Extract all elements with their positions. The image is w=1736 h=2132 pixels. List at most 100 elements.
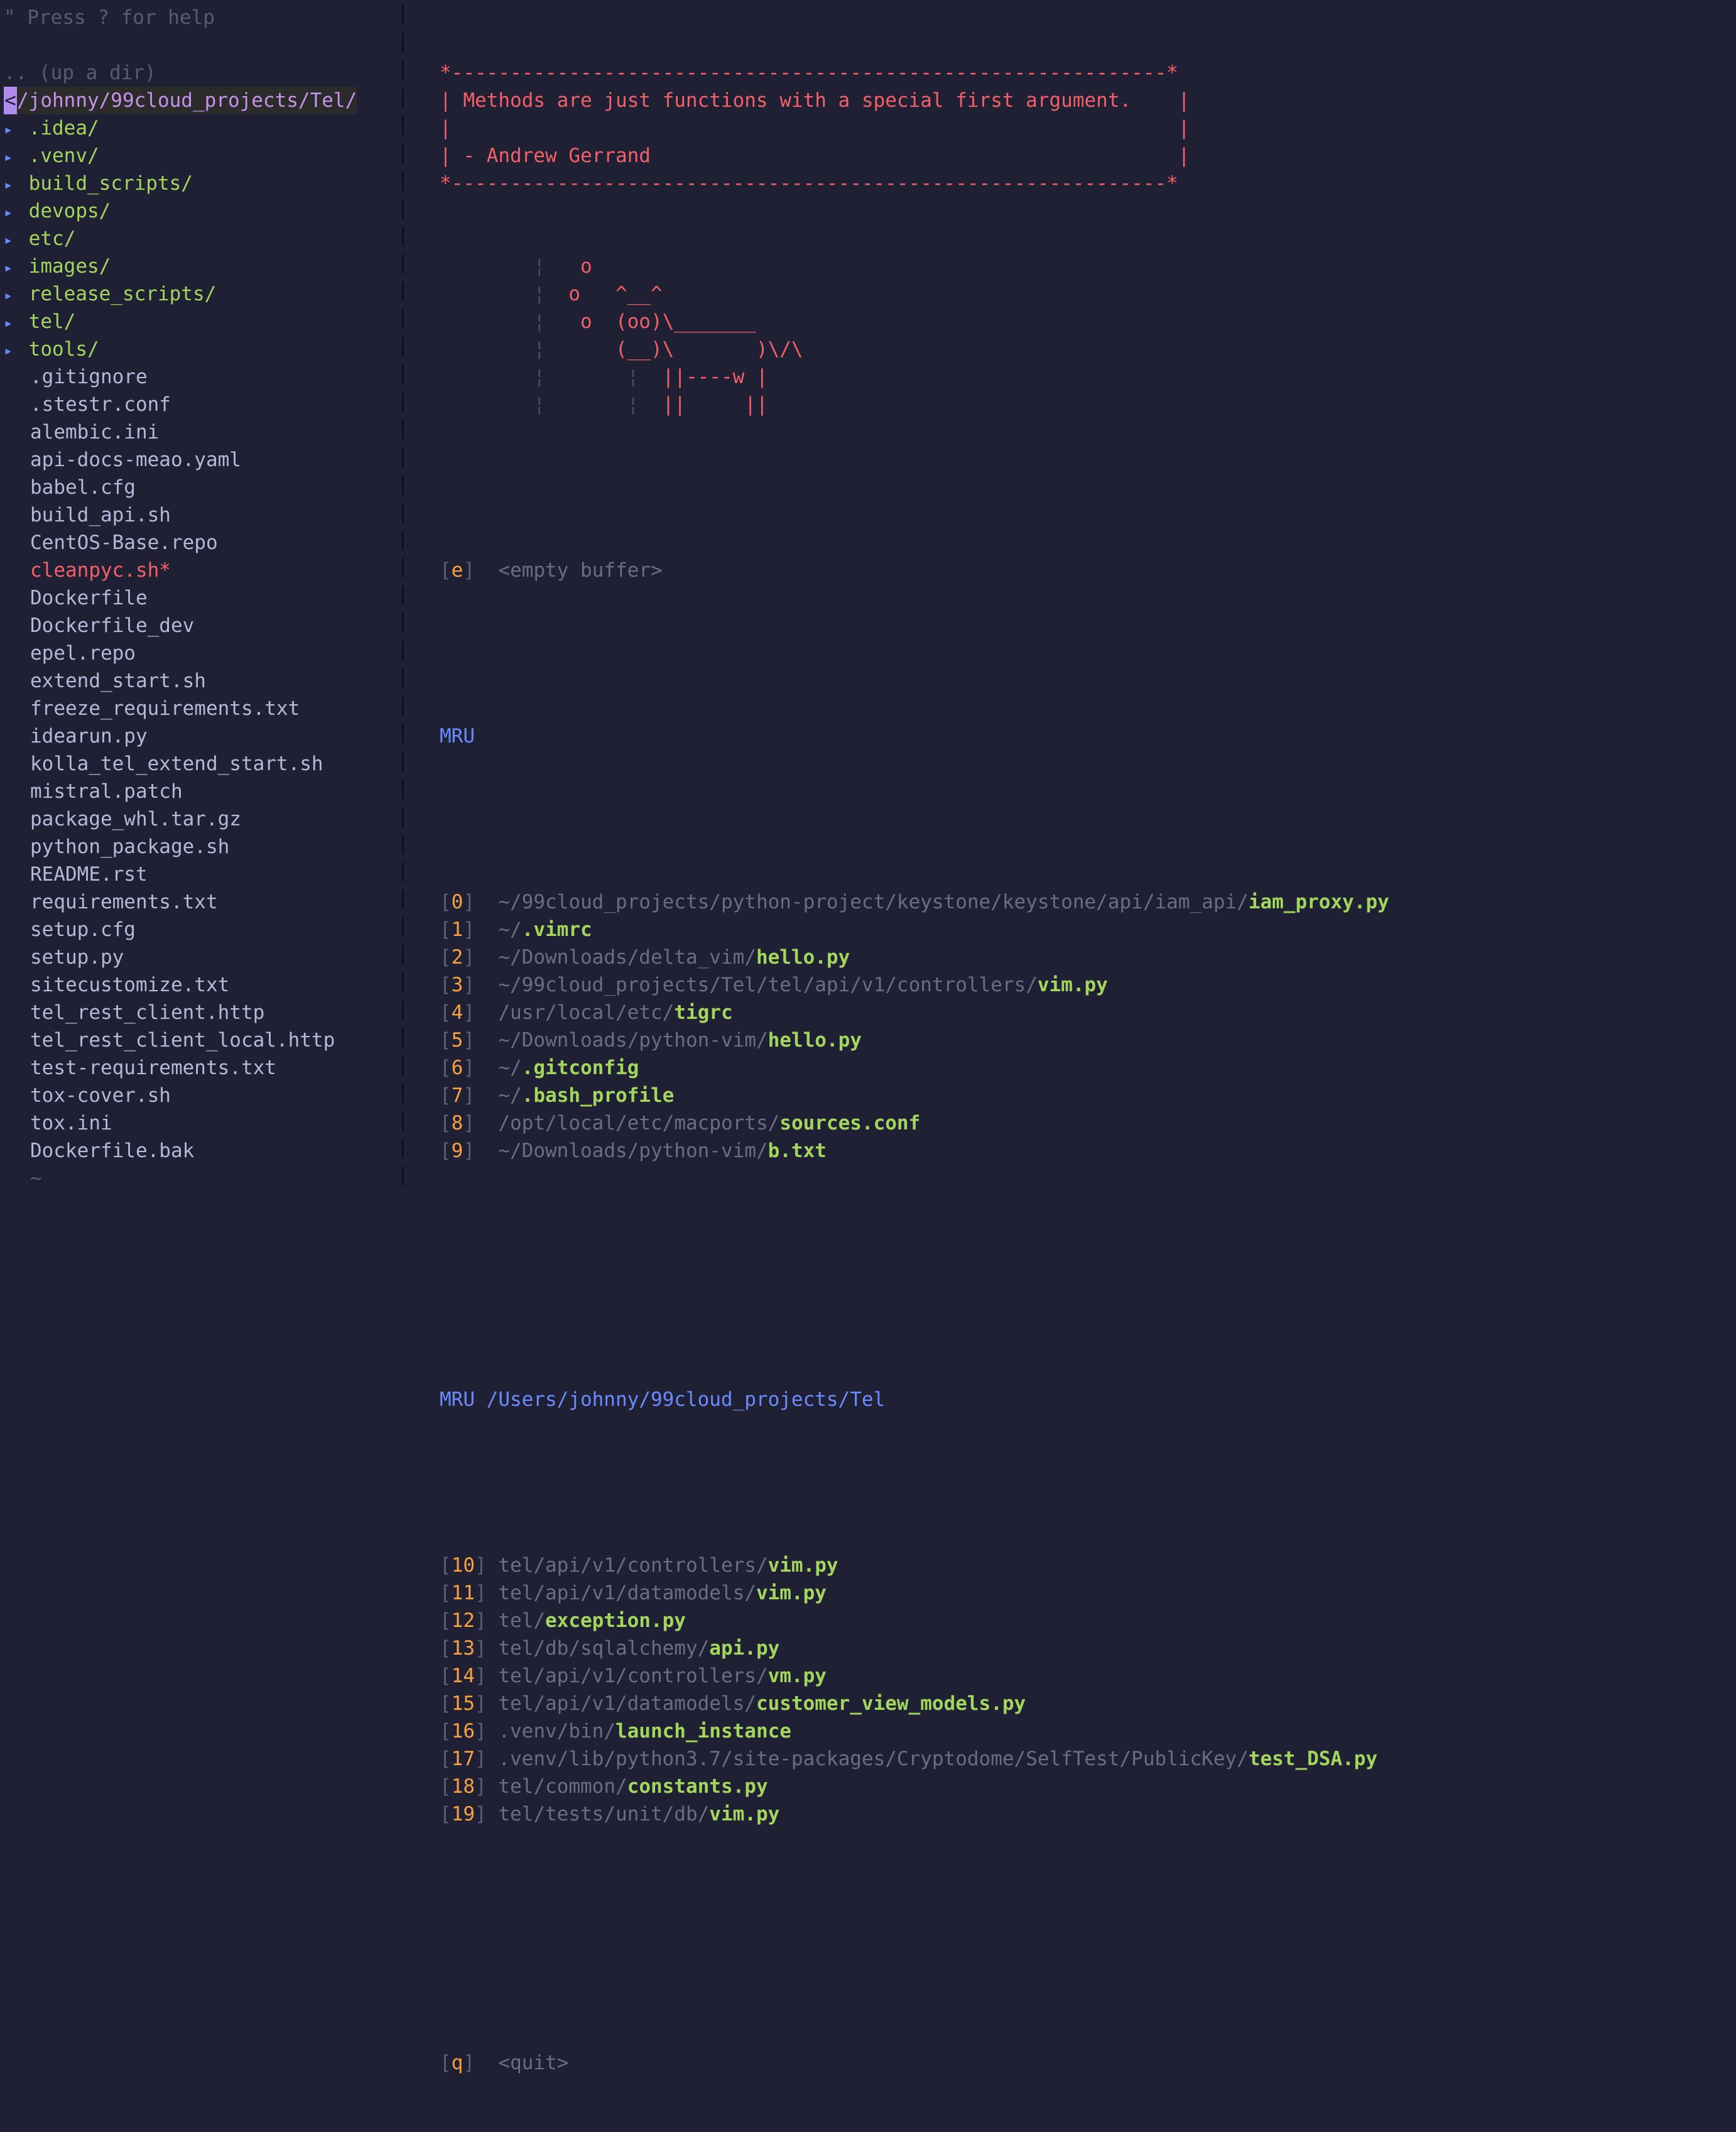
tree-file-item[interactable]: .gitignore (0, 363, 397, 391)
bracket-open: [ (440, 1582, 452, 1604)
tree-file-item[interactable]: extend_start.sh (0, 667, 397, 695)
tree-directory-item[interactable]: ▸ etc/ (0, 225, 397, 253)
tree-file-label: build_api.sh (30, 504, 171, 526)
tree-file-item[interactable]: requirements.txt (0, 888, 397, 916)
mru-entry[interactable]: [3] ~/99cloud_projects/Tel/tel/api/v1/co… (440, 971, 1736, 999)
tree-file-item[interactable]: sitecustomize.txt (0, 971, 397, 999)
mru-entry[interactable]: [11] tel/api/v1/datamodels/vim.py (440, 1579, 1736, 1607)
tree-file-item[interactable]: Dockerfile (0, 584, 397, 612)
tree-file-item[interactable]: test-requirements.txt (0, 1054, 397, 1082)
mru-entry-filename: vim.py (768, 1554, 838, 1577)
mru-entry[interactable]: [2] ~/Downloads/delta_vim/hello.py (440, 944, 1736, 971)
quit-item[interactable]: [q] <quit> (440, 2049, 1736, 2077)
mru-entry[interactable]: [9] ~/Downloads/python-vim/b.txt (440, 1137, 1736, 1165)
tree-directory-item[interactable]: ▸ .idea/ (0, 114, 397, 142)
tree-file-item[interactable]: setup.py (0, 944, 397, 971)
empty-buffer-item[interactable]: [e] <empty buffer> (440, 557, 1736, 584)
tree-directory-item[interactable]: ▸ images/ (0, 253, 397, 280)
file-explorer-pane[interactable]: " Press ? for help .. (up a dir) </johnn… (0, 0, 397, 1191)
mru-entry[interactable]: [6] ~/.gitconfig (440, 1054, 1736, 1082)
chevron-right-icon: ▸ (4, 116, 17, 143)
mru-entry[interactable]: [0] ~/99cloud_projects/python-project/ke… (440, 888, 1736, 916)
mru-entry-filename: test_DSA.py (1249, 1748, 1377, 1770)
bracket-open: [ (440, 1692, 452, 1715)
tree-directory-item[interactable]: ▸ devops/ (0, 197, 397, 225)
mru-entry[interactable]: [12] tel/exception.py (440, 1607, 1736, 1634)
tree-file-item[interactable]: kolla_tel_extend_start.sh (0, 750, 397, 778)
tree-directory-label: .venv/ (29, 144, 99, 167)
gap (475, 1001, 498, 1024)
tree-file-item[interactable]: CentOS-Base.repo (0, 529, 397, 557)
mru-entry[interactable]: [5] ~/Downloads/python-vim/hello.py (440, 1026, 1736, 1054)
directory-list[interactable]: ▸ .idea/▸ .venv/▸ build_scripts/▸ devops… (0, 114, 397, 363)
mru-entry[interactable]: [18] tel/common/constants.py (440, 1773, 1736, 1800)
cow-tail-bar (440, 283, 533, 305)
tree-directory-item[interactable]: ▸ release_scripts/ (0, 280, 397, 308)
tree-file-item[interactable]: alembic.ini (0, 418, 397, 446)
tree-file-item[interactable]: tox.ini (0, 1109, 397, 1137)
tree-directory-item[interactable]: ▸ build_scripts/ (0, 170, 397, 197)
tree-file-item[interactable]: freeze_requirements.txt (0, 695, 397, 722)
tree-file-item[interactable]: README.rst (0, 861, 397, 888)
mru-entry[interactable]: [14] tel/api/v1/controllers/vm.py (440, 1662, 1736, 1690)
up-a-dir-item[interactable]: .. (up a dir) (0, 59, 397, 87)
mru-entry[interactable]: [15] tel/api/v1/datamodels/customer_view… (440, 1690, 1736, 1717)
startify-pane[interactable]: *---------------------------------------… (440, 0, 1736, 1191)
tree-file-item[interactable]: setup.cfg (0, 916, 397, 944)
tree-file-item[interactable]: python_package.sh (0, 833, 397, 861)
tree-file-item[interactable]: tel_rest_client.http (0, 999, 397, 1026)
mru-entry[interactable]: [17] .venv/lib/python3.7/site-packages/C… (440, 1745, 1736, 1773)
tree-file-item[interactable]: cleanpyc.sh* (0, 557, 397, 584)
quote-line: | | (440, 114, 1736, 142)
current-directory-row[interactable]: </johnny/99cloud_projects/Tel/ (0, 87, 397, 114)
file-list[interactable]: .gitignore.stestr.confalembic.iniapi-doc… (0, 363, 397, 1165)
cow-art-text: ¦ o ^__^ (533, 283, 662, 305)
tree-directory-item[interactable]: ▸ tools/ (0, 335, 397, 363)
tree-file-item[interactable]: build_api.sh (0, 501, 397, 529)
mru-list[interactable]: [0] ~/99cloud_projects/python-project/ke… (440, 888, 1736, 1165)
mru-entry[interactable]: [4] /usr/local/etc/tigrc (440, 999, 1736, 1026)
tree-file-item[interactable]: .stestr.conf (0, 391, 397, 418)
mru-entry[interactable]: [16] .venv/bin/launch_instance (440, 1717, 1736, 1745)
gap (475, 1057, 498, 1079)
mru-entry-path: tel/api/v1/controllers/ (498, 1665, 768, 1687)
tree-directory-item[interactable]: ▸ tel/ (0, 308, 397, 335)
tree-file-item[interactable]: idearun.py (0, 722, 397, 750)
tree-file-item[interactable]: Dockerfile_dev (0, 612, 397, 639)
tree-file-item[interactable]: mistral.patch (0, 778, 397, 805)
mru-entry[interactable]: [19] tel/tests/unit/db/vim.py (440, 1800, 1736, 1828)
cwd-highlight[interactable]: </johnny/99cloud_projects/Tel/ (4, 87, 357, 114)
tree-file-item[interactable]: babel.cfg (0, 474, 397, 501)
bracket-close: ] (475, 1554, 487, 1577)
mru-entry[interactable]: [8] /opt/local/etc/macports/sources.conf (440, 1109, 1736, 1137)
gap (475, 918, 498, 941)
chevron-right-icon: ▸ (4, 171, 17, 199)
mru-dir-list[interactable]: [10] tel/api/v1/controllers/vim.py[11] t… (440, 1552, 1736, 1828)
bracket-open: [ (440, 974, 452, 996)
bracket-close: ] (463, 1112, 475, 1134)
mru-entry-path: .venv/bin/ (498, 1720, 616, 1743)
tree-file-item[interactable]: api-docs-meao.yaml (0, 446, 397, 474)
chevron-right-icon: ▸ (4, 337, 17, 364)
mru-entry-filename: vim.py (756, 1582, 827, 1604)
mru-entry-key: 0 (452, 891, 464, 913)
mru-entry[interactable]: [10] tel/api/v1/controllers/vim.py (440, 1552, 1736, 1579)
tree-directory-item[interactable]: ▸ .venv/ (0, 142, 397, 170)
tree-file-label: setup.cfg (30, 918, 136, 941)
tree-directory-label: .idea/ (29, 117, 99, 139)
tree-file-label: package_whl.tar.gz (30, 808, 241, 830)
mru-entry-key: 11 (452, 1582, 475, 1604)
tree-file-label: tox-cover.sh (30, 1084, 171, 1107)
tree-file-item[interactable]: tel_rest_client_local.http (0, 1026, 397, 1054)
mru-entry-path: ~/ (498, 918, 521, 941)
mru-entry[interactable]: [7] ~/.bash_profile (440, 1082, 1736, 1109)
mru-entry[interactable]: [13] tel/db/sqlalchemy/api.py (440, 1634, 1736, 1662)
mru-entry[interactable]: [1] ~/.vimrc (440, 916, 1736, 944)
mru-entry-path: ~/99cloud_projects/python-project/keysto… (498, 891, 1248, 913)
tree-file-item[interactable]: epel.repo (0, 639, 397, 667)
tree-file-item[interactable]: Dockerfile.bak (0, 1137, 397, 1165)
bracket-open: [ (440, 946, 452, 969)
mru-entry-path: ~/Downloads/delta_vim/ (498, 946, 756, 969)
tree-file-item[interactable]: tox-cover.sh (0, 1082, 397, 1109)
tree-file-item[interactable]: package_whl.tar.gz (0, 805, 397, 833)
